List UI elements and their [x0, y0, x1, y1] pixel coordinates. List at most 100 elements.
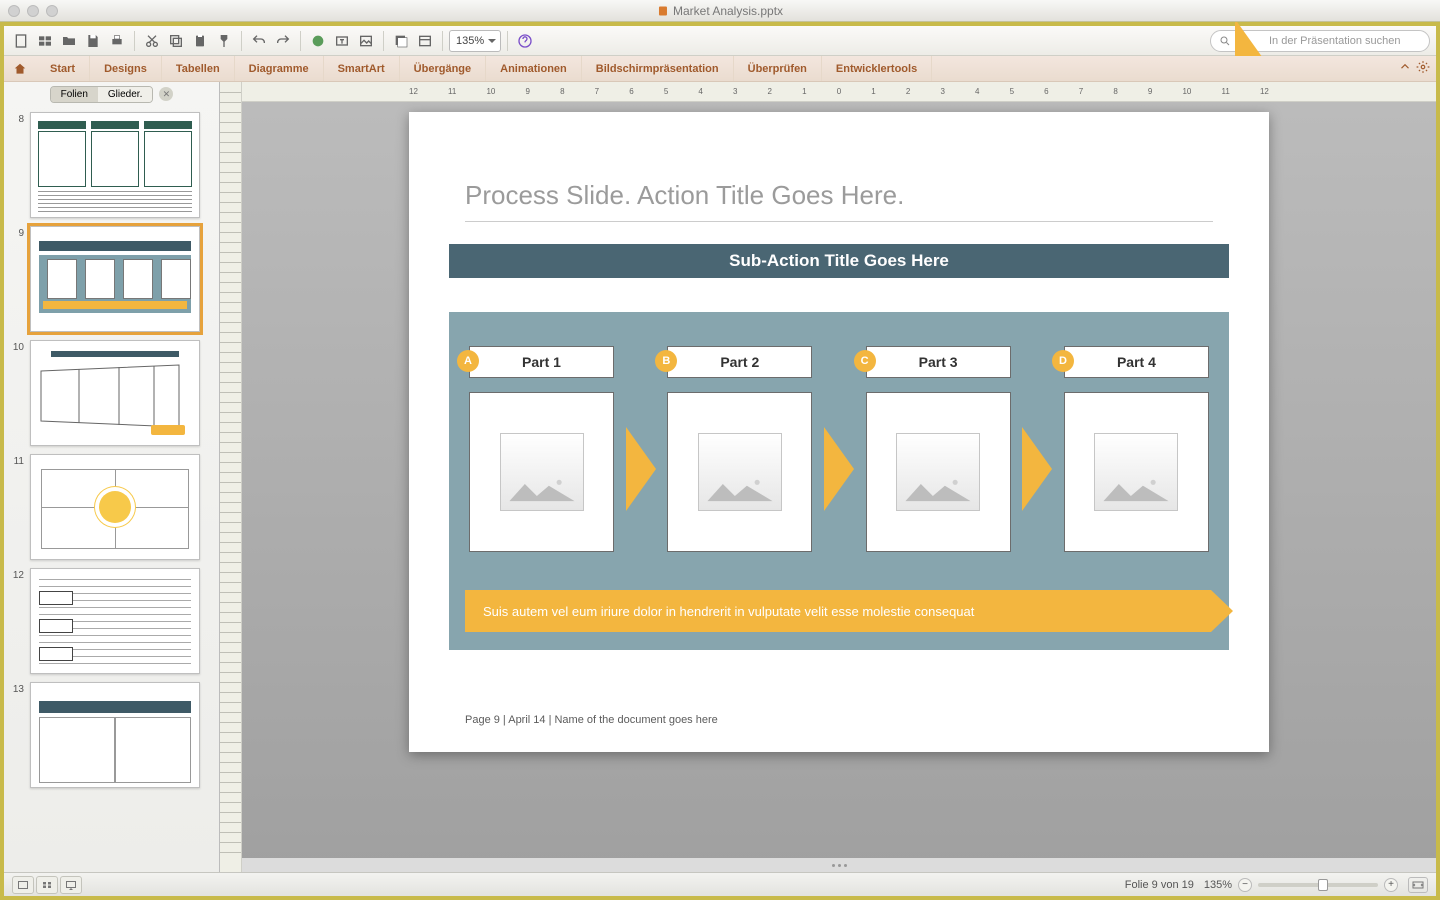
- tab-start[interactable]: Start: [36, 56, 90, 81]
- insert-picture-icon[interactable]: [355, 30, 377, 52]
- image-placeholder[interactable]: [667, 392, 812, 552]
- part-label[interactable]: Part 3: [866, 346, 1011, 378]
- window-controls[interactable]: [8, 5, 58, 17]
- redo-icon[interactable]: [272, 30, 294, 52]
- minimize-icon[interactable]: [27, 5, 39, 17]
- close-panel-icon[interactable]: ✕: [159, 87, 173, 101]
- search-input[interactable]: ▾ In der Präsentation suchen: [1210, 30, 1430, 52]
- file-new-icon[interactable]: [10, 30, 32, 52]
- tab-smartart[interactable]: SmartArt: [324, 56, 400, 81]
- search-icon: [1219, 35, 1231, 47]
- main-workspace: Folien Glieder. ✕ 8 9 10: [4, 82, 1436, 872]
- thumb-number: 13: [8, 682, 24, 788]
- tab-ueberpruefen[interactable]: Überprüfen: [734, 56, 822, 81]
- insert-text-icon[interactable]: [331, 30, 353, 52]
- arrow-right-icon: [626, 427, 656, 511]
- cut-icon[interactable]: [141, 30, 163, 52]
- slide-title[interactable]: Process Slide. Action Title Goes Here.: [465, 180, 1213, 222]
- zoom-slider[interactable]: [1258, 883, 1378, 887]
- arrow-right-icon: [1022, 427, 1052, 511]
- slide-canvas[interactable]: Process Slide. Action Title Goes Here. S…: [409, 112, 1269, 752]
- view-sorter-icon[interactable]: [36, 876, 58, 894]
- process-part[interactable]: APart 1: [469, 346, 614, 552]
- process-part[interactable]: CPart 3: [866, 346, 1011, 552]
- ribbon-bar[interactable]: Suis autem vel eum iriure dolor in hendr…: [465, 590, 1233, 632]
- tab-designs[interactable]: Designs: [90, 56, 162, 81]
- slide-thumbnail-11[interactable]: [30, 454, 200, 560]
- seg-slides[interactable]: Folien: [51, 87, 98, 102]
- image-placeholder[interactable]: [469, 392, 614, 552]
- paste-icon[interactable]: [189, 30, 211, 52]
- tab-bildschirmpraesentation[interactable]: Bildschirmpräsentation: [582, 56, 734, 81]
- notes-splitter[interactable]: [242, 858, 1436, 872]
- part-label[interactable]: Part 2: [667, 346, 812, 378]
- part-badge: D: [1052, 350, 1074, 372]
- zoom-label: 135%: [1204, 879, 1232, 891]
- print-icon[interactable]: [106, 30, 128, 52]
- slide-canvas-wrap[interactable]: Process Slide. Action Title Goes Here. S…: [242, 102, 1436, 858]
- seg-outline[interactable]: Glieder.: [98, 87, 152, 102]
- image-placeholder[interactable]: [866, 392, 1011, 552]
- format-painter-icon[interactable]: [213, 30, 235, 52]
- slide-footer[interactable]: Page 9 | April 14 | Name of the document…: [465, 714, 718, 726]
- slide-counter: Folie 9 von 19: [1125, 879, 1194, 891]
- tab-tabellen[interactable]: Tabellen: [162, 56, 235, 81]
- ribbon-tabs: Start Designs Tabellen Diagramme SmartAr…: [4, 56, 1436, 82]
- slide-layout-icon[interactable]: [414, 30, 436, 52]
- process-part[interactable]: DPart 4: [1064, 346, 1209, 552]
- help-icon[interactable]: [514, 30, 536, 52]
- collapse-ribbon-icon[interactable]: [1398, 60, 1412, 77]
- part-label[interactable]: Part 1: [469, 346, 614, 378]
- save-icon[interactable]: [82, 30, 104, 52]
- open-icon[interactable]: [58, 30, 80, 52]
- undo-icon[interactable]: [248, 30, 270, 52]
- zoom-control[interactable]: 135% − +: [1204, 878, 1398, 892]
- slide-editor: 1211109876543210123456789101112 Process …: [242, 82, 1436, 872]
- presentation-file-icon: [657, 5, 669, 17]
- tab-animationen[interactable]: Animationen: [486, 56, 582, 81]
- zoom-out-icon[interactable]: −: [1238, 878, 1252, 892]
- new-slide-icon[interactable]: [390, 30, 412, 52]
- copy-icon[interactable]: [165, 30, 187, 52]
- slide-thumbnail-10[interactable]: [30, 340, 200, 446]
- slide-thumbnail-12[interactable]: [30, 568, 200, 674]
- thumb-number: 12: [8, 568, 24, 674]
- search-placeholder: In der Präsentation suchen: [1269, 35, 1400, 47]
- titlebar: Market Analysis.pptx: [0, 0, 1440, 22]
- quick-access-toolbar: 135% ▾ In der Präsentation suchen: [4, 26, 1436, 56]
- view-presentation-icon[interactable]: [60, 876, 82, 894]
- ribbon-home-icon[interactable]: [4, 56, 36, 81]
- thumb-number: 10: [8, 340, 24, 446]
- part-label[interactable]: Part 4: [1064, 346, 1209, 378]
- tab-uebergaenge[interactable]: Übergänge: [400, 56, 486, 81]
- process-part[interactable]: BPart 2: [667, 346, 812, 552]
- vertical-ruler: [220, 82, 242, 872]
- thumb-number: 11: [8, 454, 24, 560]
- zoom-icon[interactable]: [46, 5, 58, 17]
- thumb-number: 8: [8, 112, 24, 218]
- slide-thumbnail-8[interactable]: [30, 112, 200, 218]
- slide-thumbnail-13[interactable]: [30, 682, 200, 788]
- status-bar: Folie 9 von 19 135% − +: [4, 872, 1436, 896]
- fit-to-window-icon[interactable]: [1408, 877, 1428, 893]
- view-gallery-icon[interactable]: [34, 30, 56, 52]
- gear-icon[interactable]: [1416, 60, 1430, 77]
- insert-shape-icon[interactable]: [307, 30, 329, 52]
- document-title: Market Analysis.pptx: [657, 4, 783, 18]
- tab-entwicklertools[interactable]: Entwicklertools: [822, 56, 932, 81]
- arrow-right-icon: [824, 427, 854, 511]
- part-badge: A: [457, 350, 479, 372]
- slide-thumbnail-panel: Folien Glieder. ✕ 8 9 10: [4, 82, 220, 872]
- thumbnail-view-segment[interactable]: Folien Glieder.: [50, 86, 154, 103]
- ribbon-bar-text: Suis autem vel eum iriure dolor in hendr…: [465, 590, 1211, 632]
- tab-diagramme[interactable]: Diagramme: [235, 56, 324, 81]
- close-icon[interactable]: [8, 5, 20, 17]
- zoom-combo[interactable]: 135%: [449, 30, 501, 52]
- zoom-in-icon[interactable]: +: [1384, 878, 1398, 892]
- image-placeholder[interactable]: [1064, 392, 1209, 552]
- view-normal-icon[interactable]: [12, 876, 34, 894]
- part-badge: C: [854, 350, 876, 372]
- slide-subtitle-band[interactable]: Sub-Action Title Goes Here: [449, 244, 1229, 278]
- horizontal-ruler: 1211109876543210123456789101112: [242, 82, 1436, 102]
- slide-thumbnail-9[interactable]: [30, 226, 200, 332]
